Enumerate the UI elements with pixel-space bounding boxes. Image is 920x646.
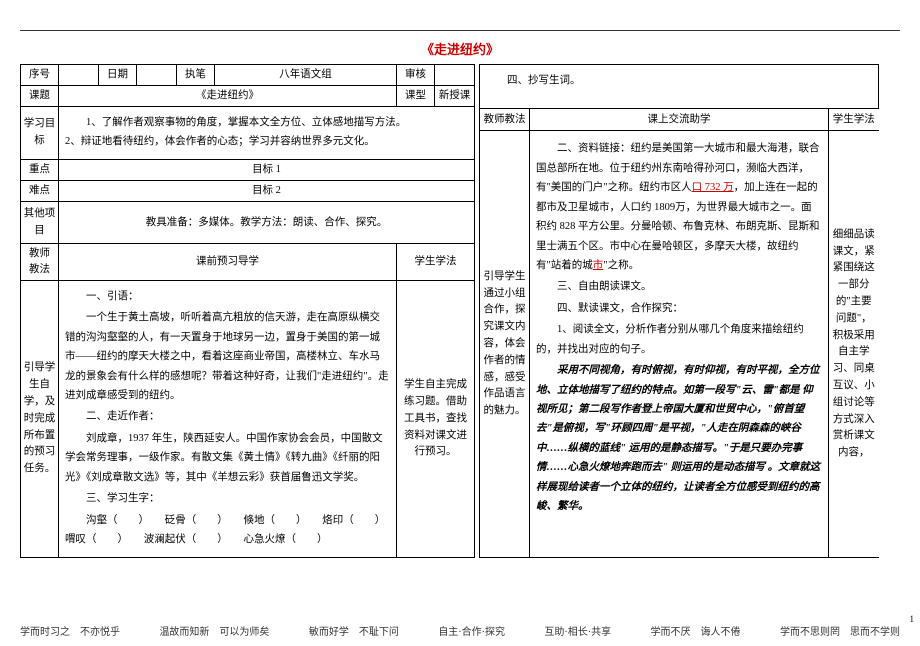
footer-1: 学而时习之 不亦悦乎: [20, 623, 120, 638]
date-val: [137, 65, 177, 86]
footer: 学而时习之 不亦悦乎 温故而知新 可以为师矣 敏而好学 不耻下问 自主·合作·探…: [20, 623, 900, 638]
r-student-label: 学生学法: [829, 109, 879, 131]
footer-3: 敏而好学 不耻下问: [309, 623, 399, 638]
main-layout: 序号 日期 执笔 八年语文组 审核 课题 《走进纽约》 课型 新授课 学习目标 …: [20, 64, 900, 558]
focus-label: 重点: [21, 160, 59, 181]
footer-5: 互助·相长·共享: [544, 623, 611, 638]
goals-text: 1、了解作者观察事物的角度，掌握本文全方位、立体感地描写方法。 2、辩证地看待纽…: [59, 106, 475, 160]
other-val: 教具准备：多媒体。教学方法：朗读、合作、探究。: [59, 201, 475, 244]
r-student-col: 细细品读课文，紧紧围绕这一部分的"主要问题"，积极采用自主学习、同桌互议、小组讨…: [829, 131, 879, 558]
top-rule: [20, 30, 900, 31]
student-method-label: 学生学法: [397, 244, 475, 281]
right-top-cell: 四、抄写生词。: [480, 65, 879, 109]
footer-2: 温故而知新 可以为师矣: [159, 623, 269, 638]
other-label: 其他项目: [21, 201, 59, 244]
teacher-method-label: 教师教法: [21, 244, 59, 281]
page-number: 1: [910, 614, 915, 624]
other-row: 其他项目 教具准备：多媒体。教学方法：朗读、合作、探究。: [21, 201, 475, 244]
seq-val: [59, 65, 99, 86]
footer-6: 学而不厌 诲人不倦: [651, 623, 741, 638]
topic-val: 《走进纽约》: [59, 85, 397, 106]
right-content-row: 引导学生通过小组合作，探究课文内容，体会作者的情感，感受作品语言的魅力。 二、资…: [480, 131, 879, 558]
header-row-2: 课题 《走进纽约》 课型 新授课: [21, 85, 475, 106]
topic-label: 课题: [21, 85, 59, 106]
seq-label: 序号: [21, 65, 59, 86]
focus-row: 重点 目标 1: [21, 160, 475, 181]
left-table: 序号 日期 执笔 八年语文组 审核 课题 《走进纽约》 课型 新授课 学习目标 …: [20, 64, 475, 558]
left-block: 序号 日期 执笔 八年语文组 审核 课题 《走进纽约》 课型 新授课 学习目标 …: [20, 64, 475, 558]
difficulty-label: 难点: [21, 181, 59, 202]
header-row-1: 序号 日期 执笔 八年语文组 审核: [21, 65, 475, 86]
difficulty-row: 难点 目标 2: [21, 181, 475, 202]
focus-val: 目标 1: [59, 160, 475, 181]
footer-4: 自主·合作·探究: [438, 623, 505, 638]
left-teacher-col: 引导学生自学，及时完成所布置的预习任务。: [21, 280, 59, 557]
r-teacher-label: 教师教法: [480, 109, 530, 131]
pre-class-label: 课前预习导学: [59, 244, 397, 281]
content-row: 引导学生自学，及时完成所布置的预习任务。 一、引语： 一个生于黄土高坡，听听着高…: [21, 280, 475, 557]
type-val: 新授课: [435, 85, 475, 106]
right-method-row: 教师教法 课上交流助学 学生学法: [480, 109, 879, 131]
goals-row: 学习目标 1、了解作者观察事物的角度，掌握本文全方位、立体感地描写方法。 2、辩…: [21, 106, 475, 160]
writer-label: 执笔: [177, 65, 215, 86]
difficulty-val: 目标 2: [59, 181, 475, 202]
r-main-content: 二、资料链接：纽约是美国第一大城市和最大海港，联合国总部所在地。位于纽约州东南哈…: [530, 131, 829, 558]
date-label: 日期: [99, 65, 137, 86]
r-teacher-col: 引导学生通过小组合作，探究课文内容，体会作者的情感，感受作品语言的魅力。: [480, 131, 530, 558]
right-block: 四、抄写生词。 教师教法 课上交流助学 学生学法 引导学生通过小组合作，探究课文…: [479, 64, 879, 558]
review-val: [435, 65, 475, 86]
doc-title: 《走进纽约》: [20, 39, 900, 58]
footer-7: 学而不思则罔 思而不学则: [780, 623, 900, 638]
left-student-col: 学生自主完成练习题。借助工具书，查找资料对课文进行预习。: [397, 280, 475, 557]
right-table: 四、抄写生词。 教师教法 课上交流助学 学生学法 引导学生通过小组合作，探究课文…: [479, 64, 879, 558]
method-header-row: 教师教法 课前预习导学 学生学法: [21, 244, 475, 281]
intro-content: 一、引语： 一个生于黄土高坡，听听着高亢粗放的信天游，走在高原纵横交错的沟沟壑壑…: [59, 280, 397, 557]
right-top-row: 四、抄写生词。: [480, 65, 879, 109]
type-label: 课型: [397, 85, 435, 106]
in-class-label: 课上交流助学: [530, 109, 829, 131]
goals-label: 学习目标: [21, 106, 59, 160]
review-label: 审核: [397, 65, 435, 86]
writer-val: 八年语文组: [215, 65, 397, 86]
